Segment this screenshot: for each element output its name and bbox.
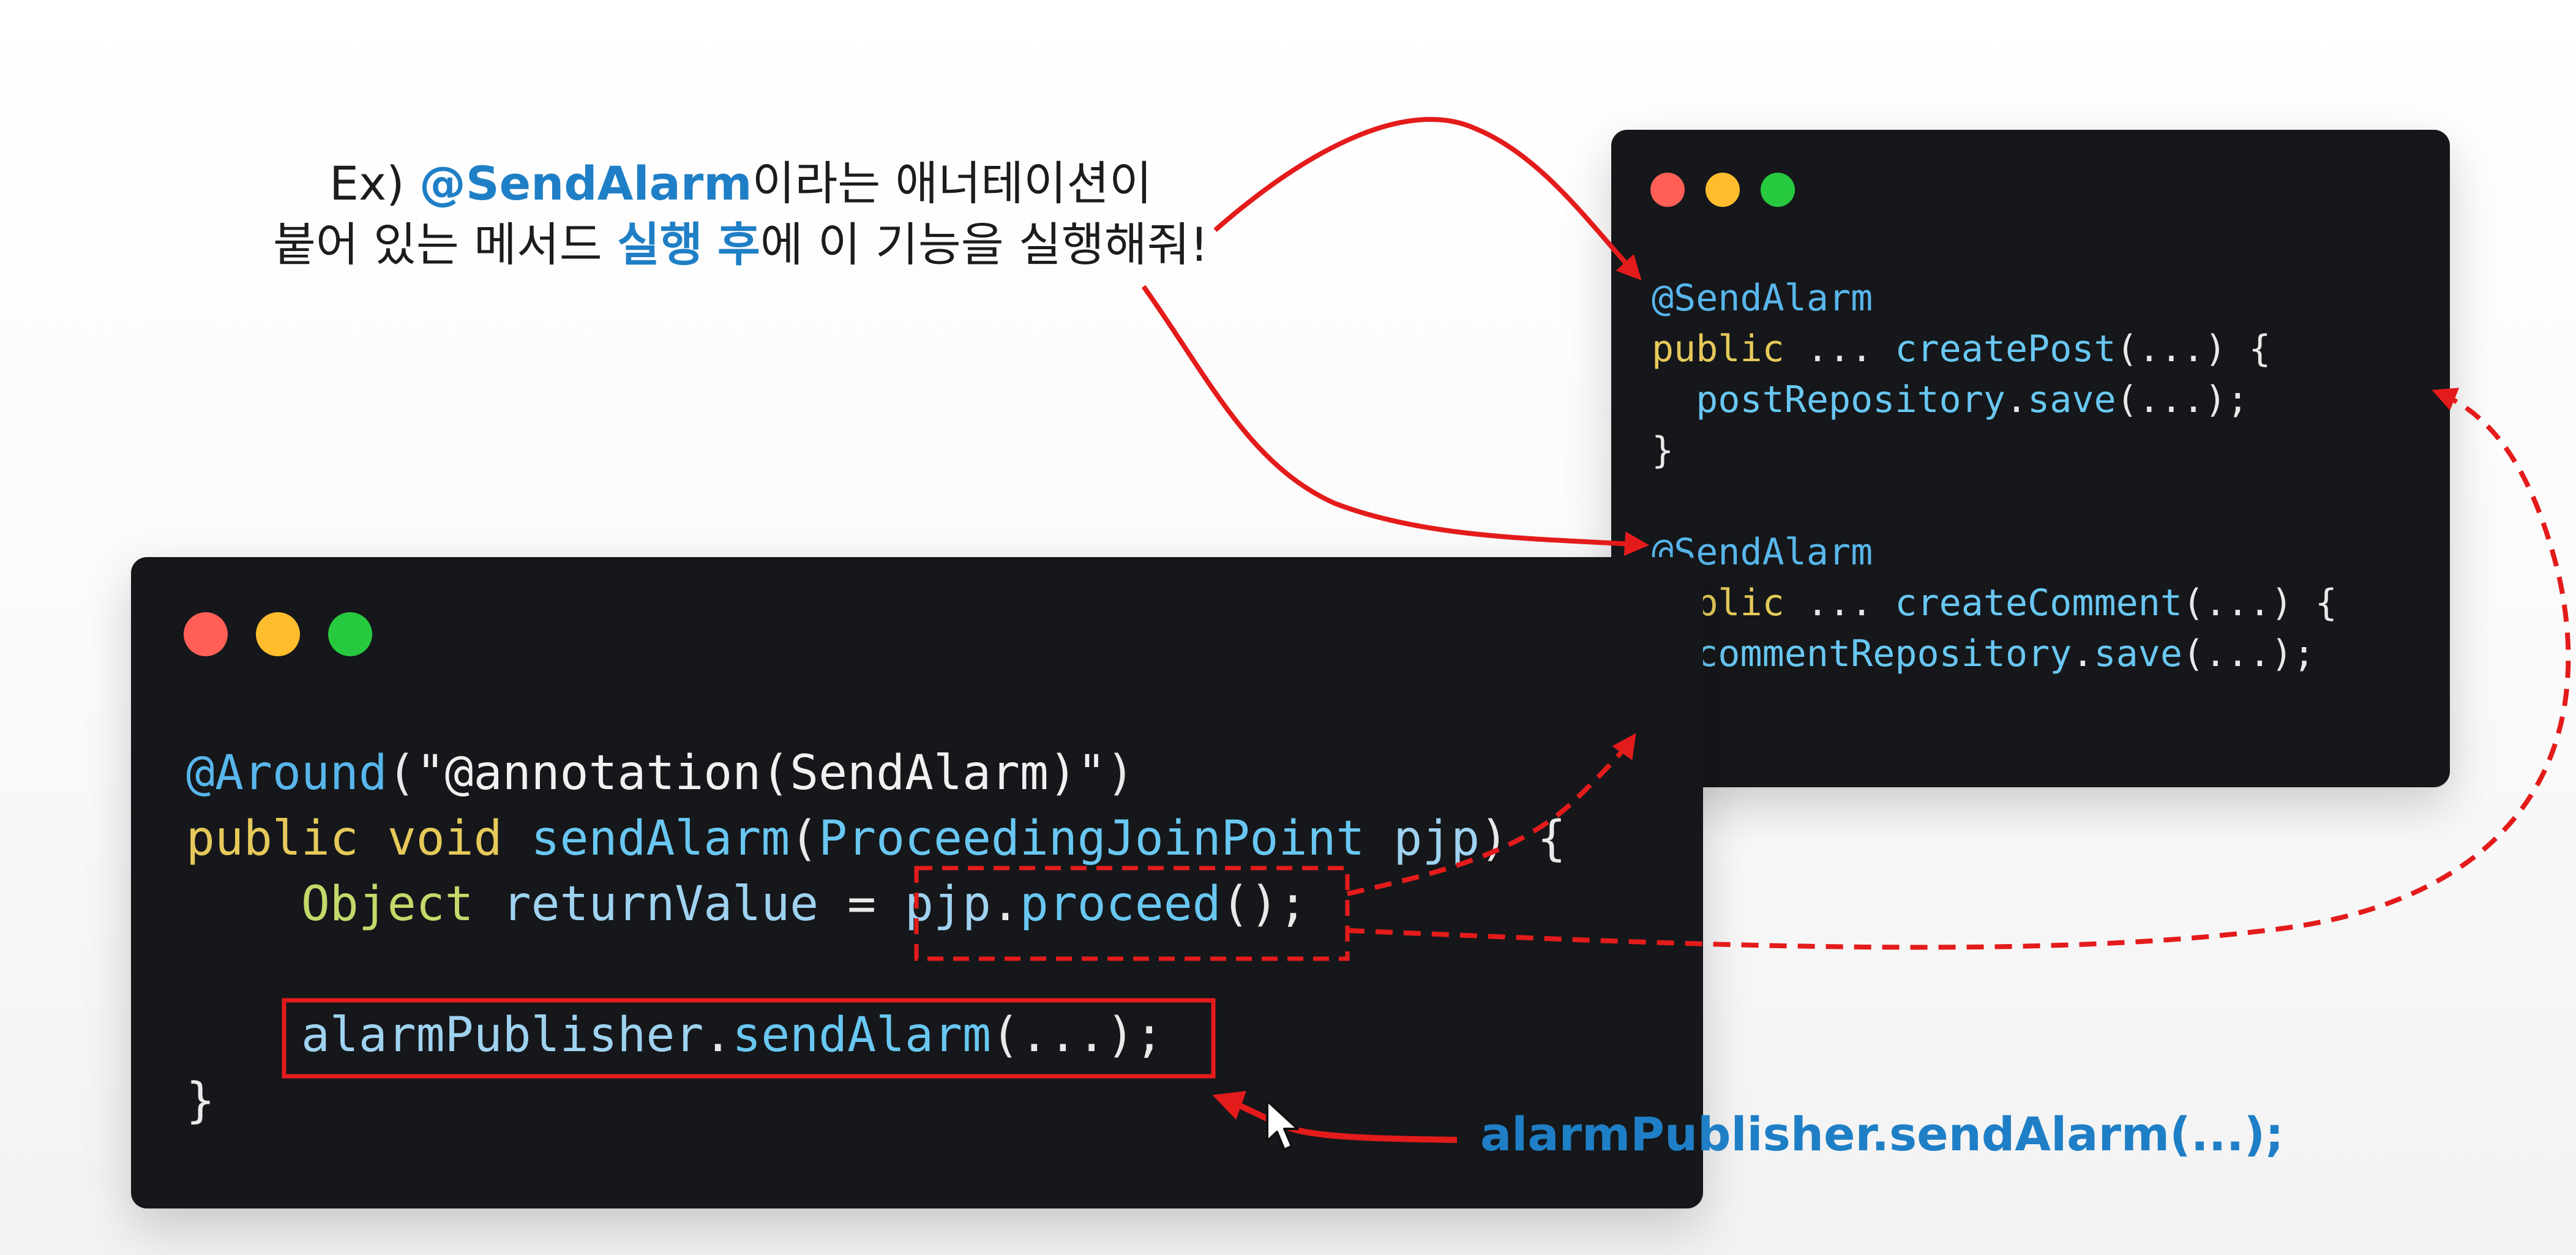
arrow-to-createpost-icon (1213, 117, 1642, 280)
proceed-to-methods-arrow-icon (1347, 733, 1636, 896)
annotation-overlay (282, 117, 2571, 1143)
arrow-to-createcomment-icon (1141, 285, 1649, 556)
send-alarm-highlight-box (282, 998, 1216, 1079)
proceed-highlight-box (914, 866, 1350, 961)
label-to-sendalarm-arrow-icon (1212, 1091, 1458, 1143)
return-to-methods-arrow-icon (1347, 388, 2571, 950)
mouse-pointer-icon (1266, 1100, 1299, 1151)
